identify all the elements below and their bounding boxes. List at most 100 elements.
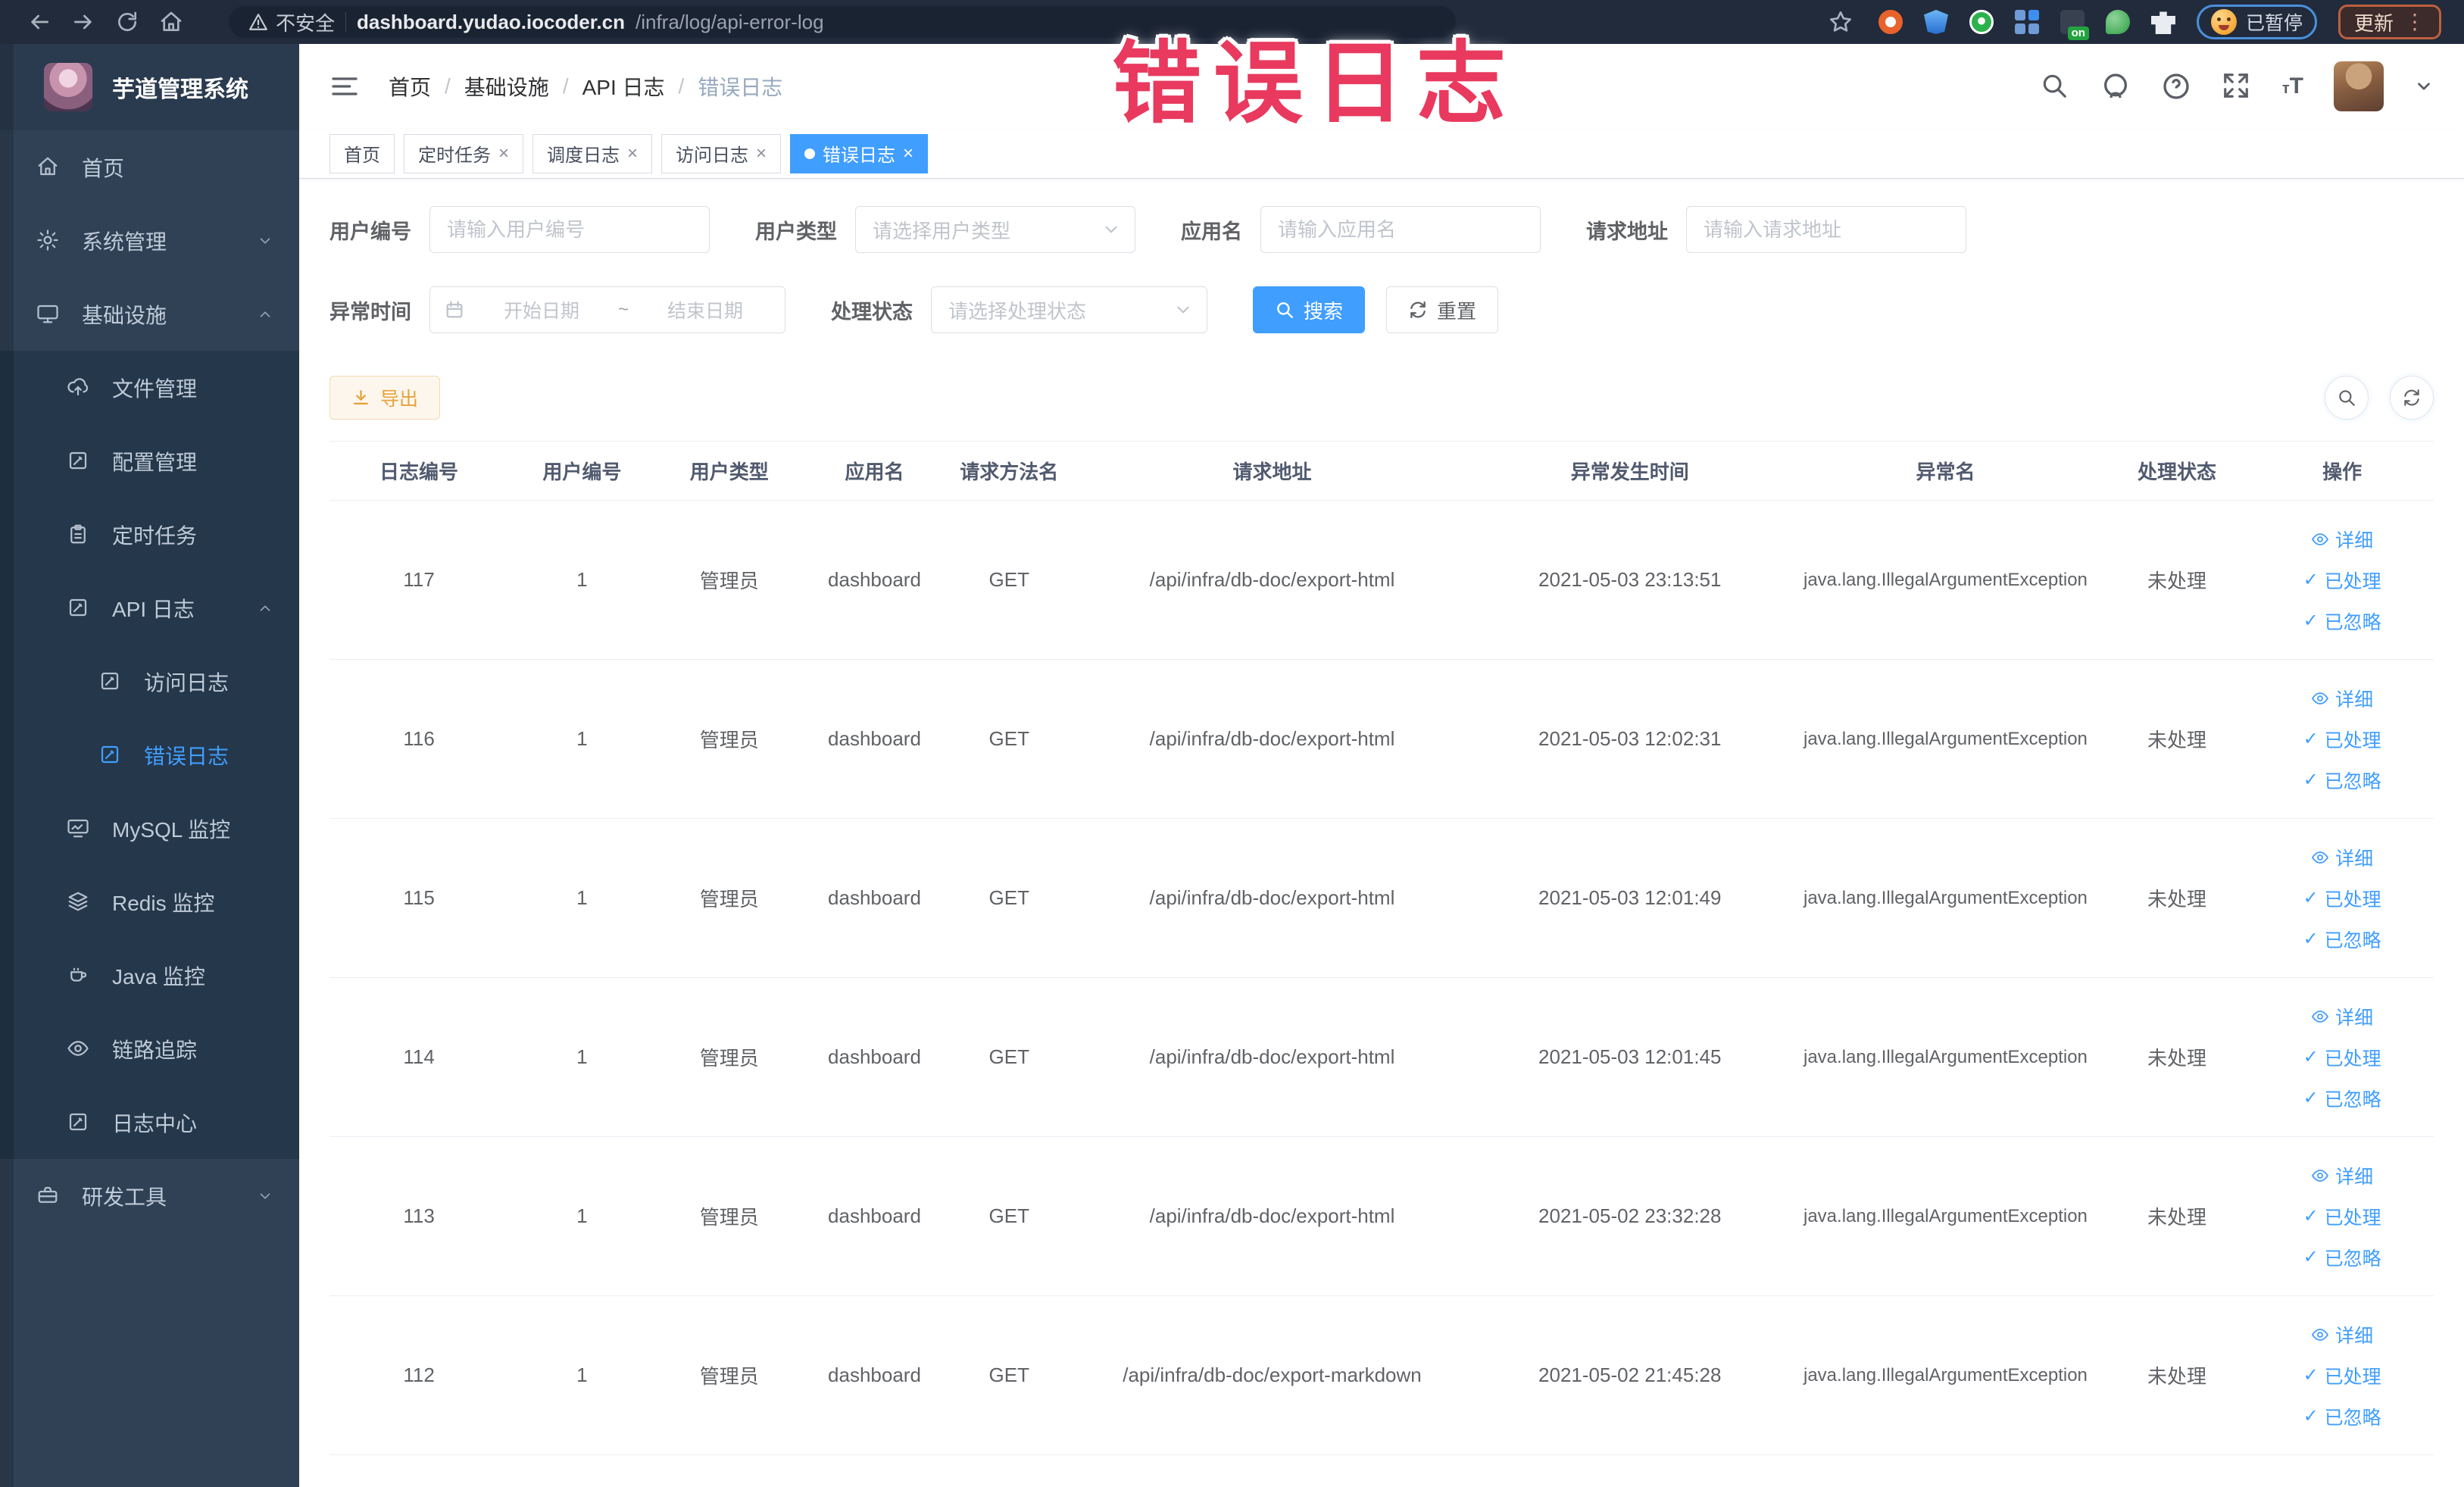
close-icon[interactable]: ×	[627, 144, 638, 163]
sidebar-item-file[interactable]: 文件管理	[0, 351, 299, 424]
exception-time-label: 异常时间	[329, 300, 411, 323]
close-icon[interactable]: ×	[756, 144, 767, 163]
sidebar-item-home[interactable]: 首页	[0, 130, 299, 204]
logo-image	[44, 63, 92, 111]
cell-url: /api/infra/db-doc/export-markdown	[1072, 1295, 1472, 1455]
sidebar-item-infra[interactable]: 基础设施	[0, 277, 299, 351]
processed-link[interactable]: ✓ 已处理	[2303, 1044, 2381, 1071]
bookmark-star-icon[interactable]	[1824, 5, 1857, 39]
export-button[interactable]: 导出	[329, 376, 441, 420]
cell-time: 2021-05-03 12:02:31	[1472, 659, 1788, 819]
sidebar-item-access-log[interactable]: 访问日志	[0, 645, 299, 718]
sidebar-item-error-log[interactable]: 错误日志	[0, 718, 299, 792]
kebab-menu-icon[interactable]: ⋮	[2404, 11, 2425, 32]
sidebar-item-tracer[interactable]: 链路追踪	[0, 1012, 299, 1086]
breadcrumb-item[interactable]: API 日志	[582, 71, 665, 102]
cell-user_id: 1	[508, 1136, 656, 1296]
detail-link[interactable]: 详细	[2311, 526, 2373, 553]
chevron-down-icon[interactable]	[2414, 77, 2434, 96]
ignored-link[interactable]: ✓ 已忽略	[2303, 608, 2381, 635]
view-tab-label: 错误日志	[823, 145, 896, 166]
extension-icon[interactable]	[1969, 10, 1994, 34]
exception-time-range-picker[interactable]: 开始日期 ~ 结束日期	[429, 286, 785, 333]
profile-chip[interactable]: 已暂停	[2196, 5, 2317, 39]
reload-icon[interactable]	[111, 5, 144, 39]
update-button[interactable]: 更新 ⋮	[2338, 5, 2441, 39]
user-id-input[interactable]	[429, 206, 710, 253]
process-status-select[interactable]: 请选择处理状态	[931, 286, 1207, 333]
request-url-input[interactable]	[1686, 206, 1966, 253]
user-id-label: 用户编号	[329, 220, 411, 243]
sidebar-item-dev-tools[interactable]: 研发工具	[0, 1159, 299, 1232]
breadcrumb-item[interactable]: 基础设施	[464, 71, 549, 102]
extensions-puzzle-icon[interactable]	[2150, 11, 2175, 34]
cell-status: 未处理	[2103, 1295, 2251, 1455]
chevron-down-icon	[1101, 220, 1121, 239]
ignored-link[interactable]: ✓ 已忽略	[2303, 1085, 2381, 1112]
processed-link[interactable]: ✓ 已处理	[2303, 726, 2381, 753]
sidebar-item-mysql[interactable]: MySQL 监控	[0, 792, 299, 865]
sidebar-item-system[interactable]: 系统管理	[0, 204, 299, 277]
sidebar-item-config[interactable]: 配置管理	[0, 424, 299, 498]
detail-link[interactable]: 详细	[2311, 1321, 2373, 1348]
detail-link[interactable]: 详细	[2311, 685, 2373, 712]
hamburger-icon[interactable]	[329, 71, 360, 102]
extension-leaf-icon[interactable]	[2105, 10, 2130, 34]
processed-link[interactable]: ✓ 已处理	[2303, 567, 2381, 594]
github-icon[interactable]	[2100, 71, 2131, 102]
ignored-link[interactable]: ✓ 已忽略	[2303, 767, 2381, 794]
extension-grid-icon[interactable]	[2014, 10, 2039, 34]
check-icon: ✓	[2303, 1046, 2319, 1067]
view-tab-2[interactable]: 调度日志 ×	[532, 133, 653, 173]
forward-icon[interactable]	[67, 5, 100, 39]
briefcase-icon	[36, 1184, 61, 1208]
ignored-link[interactable]: ✓ 已忽略	[2303, 1244, 2381, 1271]
cell-app: dashboard	[803, 659, 946, 819]
detail-link[interactable]: 详细	[2311, 1003, 2373, 1030]
font-size-icon[interactable]: тT	[2282, 73, 2303, 99]
reset-button[interactable]: 重置	[1386, 286, 1499, 333]
extension-icon[interactable]	[1878, 10, 1903, 34]
calendar-icon	[444, 299, 465, 320]
view-tab-3[interactable]: 访问日志 ×	[661, 133, 782, 173]
processed-link[interactable]: ✓ 已处理	[2303, 1362, 2381, 1389]
avatar[interactable]	[2334, 61, 2384, 111]
processed-link[interactable]: ✓ 已处理	[2303, 1203, 2381, 1230]
toggle-search-button[interactable]	[2325, 376, 2369, 420]
sidebar-item-api-log[interactable]: API 日志	[0, 571, 299, 645]
view-tab-4[interactable]: 错误日志 ×	[790, 133, 929, 173]
sidebar-item-redis[interactable]: Redis 监控	[0, 865, 299, 939]
ignored-link[interactable]: ✓ 已忽略	[2303, 1403, 2381, 1430]
refresh-table-button[interactable]	[2390, 376, 2434, 420]
user-type-select[interactable]: 请选择用户类型	[855, 206, 1135, 253]
logo[interactable]: 芋道管理系统	[0, 44, 299, 130]
search-button[interactable]: 搜索	[1253, 286, 1366, 333]
fullscreen-icon[interactable]	[2222, 71, 2252, 102]
extension-on-icon[interactable]	[2060, 10, 2089, 40]
back-icon[interactable]	[23, 5, 56, 39]
view-tab-label: 访问日志	[676, 145, 749, 166]
security-warning: 不安全	[248, 8, 335, 36]
table-header-row: 日志编号 用户编号 用户类型 应用名 请求方法名 请求地址 异常发生时间 异常名 处理状态 操作	[329, 441, 2434, 501]
logo-title: 芋道管理系统	[112, 77, 248, 102]
download-icon	[351, 388, 371, 408]
close-icon[interactable]: ×	[498, 144, 509, 163]
sidebar-item-java[interactable]: Java 监控	[0, 939, 299, 1012]
processed-link[interactable]: ✓ 已处理	[2303, 885, 2381, 912]
browser-home-icon[interactable]	[155, 5, 188, 39]
search-icon[interactable]	[2040, 71, 2070, 102]
sidebar-item-log-center[interactable]: 日志中心	[0, 1086, 299, 1159]
detail-link[interactable]: 详细	[2311, 844, 2373, 871]
ignored-link[interactable]: ✓ 已忽略	[2303, 926, 2381, 953]
extension-shield-icon[interactable]	[1923, 10, 1948, 34]
detail-link[interactable]: 详细	[2311, 1162, 2373, 1189]
app-name-input[interactable]	[1260, 206, 1541, 253]
column-header: 处理状态	[2103, 441, 2251, 501]
sidebar-item-job[interactable]: 定时任务	[0, 498, 299, 571]
close-icon[interactable]: ×	[903, 144, 913, 163]
help-icon[interactable]	[2161, 71, 2191, 102]
cell-status: 未处理	[2103, 659, 2251, 819]
view-tab-0[interactable]: 首页	[329, 133, 395, 173]
breadcrumb-item[interactable]: 首页	[389, 71, 431, 102]
view-tab-1[interactable]: 定时任务 ×	[404, 133, 524, 173]
